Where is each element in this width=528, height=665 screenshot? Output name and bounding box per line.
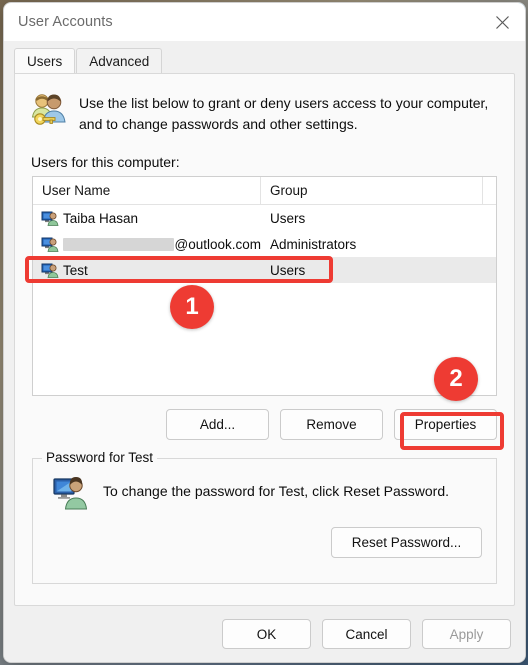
title-bar: User Accounts [4,3,525,41]
users-list[interactable]: User Name Group Taiba Hasan Users @outlo… [32,176,497,396]
table-row[interactable]: @outlook.com Administrators [33,231,496,257]
properties-button[interactable]: Properties [394,409,497,440]
window-title: User Accounts [18,14,113,30]
password-group-legend: Password for Test [42,450,158,465]
remove-button[interactable]: Remove [280,409,383,440]
intro-section: Use the list below to grant or deny user… [29,92,496,135]
dialog-footer: OK Cancel Apply [4,606,525,662]
apply-button: Apply [422,619,511,649]
tab-users[interactable]: Users [14,48,76,73]
close-icon [495,15,509,29]
cancel-button[interactable]: Cancel [322,619,411,649]
tab-advanced[interactable]: Advanced [76,48,163,73]
users-list-label: Users for this computer: [31,154,180,170]
dialog-body: Users Advanced Use the list below to gra… [4,41,525,662]
ok-button[interactable]: OK [222,619,311,649]
table-row[interactable]: Taiba Hasan Users [33,205,496,231]
cell-group: Users [270,262,306,278]
cell-user-name: Test [33,263,261,278]
annotation-badge-2: 2 [434,357,478,401]
table-row[interactable]: Test Users [33,257,496,283]
list-action-buttons: Add... Remove Properties [15,409,497,440]
tab-strip: Users Advanced [14,48,525,73]
user-name-text: @outlook.com [174,236,262,252]
cell-group: Users [270,210,306,226]
cell-user-name: @outlook.com [33,237,261,252]
cell-user-name: Taiba Hasan [33,211,261,226]
cell-group: Administrators [270,236,357,252]
column-header-group[interactable]: Group [261,177,483,204]
reset-password-button[interactable]: Reset Password... [331,527,482,558]
user-monitor-icon [53,476,93,515]
users-key-icon [29,92,71,135]
annotation-badge-1: 1 [170,285,214,329]
intro-text: Use the list below to grant or deny user… [79,95,489,132]
password-group-box: Password for Test To change the password… [32,450,497,584]
screenshot-root: User Accounts Users Advanced Use the lis… [0,0,528,665]
list-header-row: User Name Group [33,177,496,205]
user-account-icon [41,211,59,226]
user-name-text: Test [63,262,88,278]
password-info-row: To change the password for Test, click R… [53,476,496,515]
user-account-icon [41,263,59,278]
password-button-row: Reset Password... [33,527,482,558]
user-accounts-window: User Accounts Users Advanced Use the lis… [3,2,526,663]
column-header-extra[interactable] [483,177,496,204]
redacted-username-bar [63,237,174,251]
password-info-text: To change the password for Test, click R… [103,483,450,499]
add-button[interactable]: Add... [166,409,269,440]
close-button[interactable] [479,3,525,41]
column-header-user-name[interactable]: User Name [33,177,261,204]
tab-page-users: Use the list below to grant or deny user… [14,73,515,606]
user-account-icon [41,237,59,252]
user-name-text: Taiba Hasan [63,210,139,226]
